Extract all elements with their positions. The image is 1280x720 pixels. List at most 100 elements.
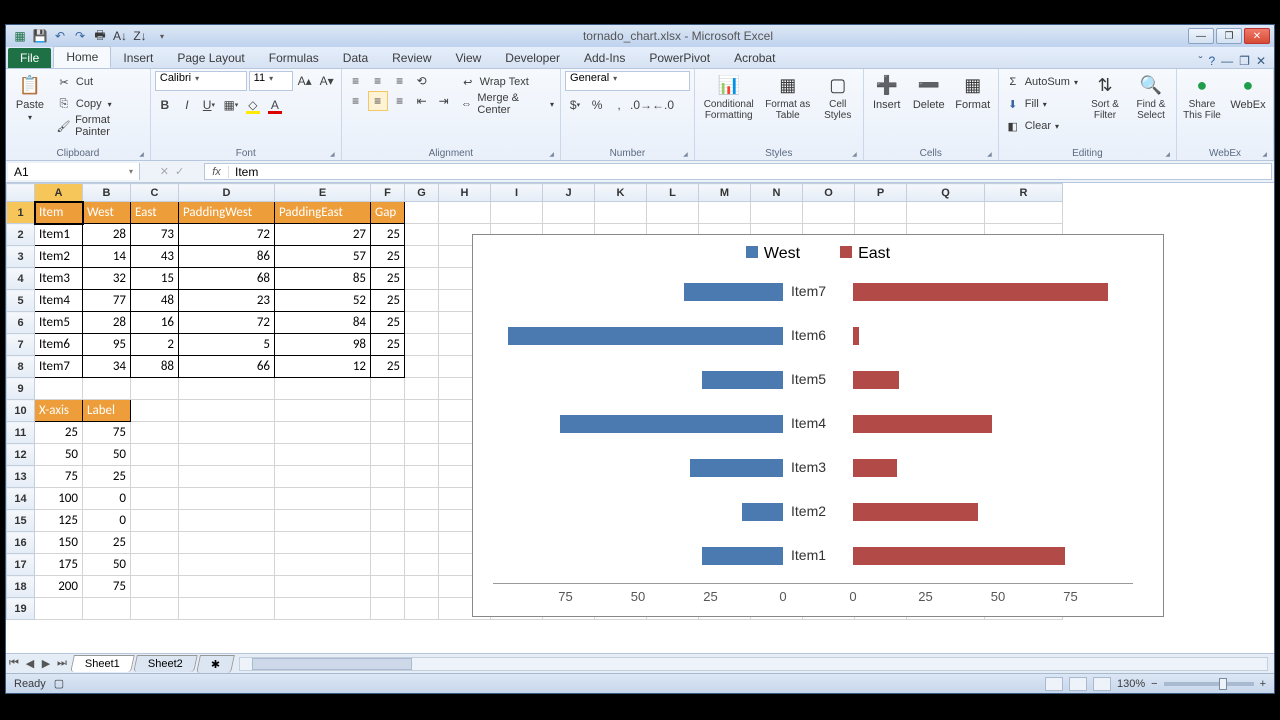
cell[interactable]	[907, 202, 985, 224]
cell[interactable]	[405, 224, 439, 246]
cell[interactable]	[275, 400, 371, 422]
cell[interactable]	[371, 598, 405, 620]
cell[interactable]	[405, 466, 439, 488]
cell[interactable]: 77	[83, 290, 131, 312]
restore-button[interactable]: ❐	[1216, 28, 1242, 44]
cell[interactable]	[405, 246, 439, 268]
cell[interactable]	[179, 444, 275, 466]
scroll-thumb[interactable]	[252, 658, 412, 670]
cell[interactable]: 25	[83, 532, 131, 554]
cut-button[interactable]: ✂Cut	[54, 71, 146, 93]
border-button[interactable]: ▦▾	[221, 95, 241, 115]
decrease-decimal-button[interactable]: ←.0	[653, 95, 673, 115]
cell[interactable]: 23	[179, 290, 275, 312]
merge-center-button[interactable]: ⇔Merge & Center▾	[458, 93, 556, 115]
cell[interactable]	[405, 400, 439, 422]
cell[interactable]: 98	[275, 334, 371, 356]
increase-indent-button[interactable]: ⇥	[434, 91, 454, 111]
row-header[interactable]: 7	[7, 334, 35, 356]
cell[interactable]: 0	[83, 510, 131, 532]
cell[interactable]: PaddingWest	[179, 202, 275, 224]
cell[interactable]: 34	[83, 356, 131, 378]
column-header[interactable]: E	[275, 184, 371, 202]
share-file-button[interactable]: ●Share This File	[1181, 71, 1223, 121]
tab-review[interactable]: Review	[380, 48, 443, 68]
zoom-slider[interactable]	[1164, 682, 1254, 686]
column-header[interactable]: R	[985, 184, 1063, 202]
cell[interactable]: 0	[83, 488, 131, 510]
cell[interactable]: Gap	[371, 202, 405, 224]
cell[interactable]: 28	[83, 224, 131, 246]
cell[interactable]: 68	[179, 268, 275, 290]
orientation-button[interactable]: ⟲	[412, 71, 432, 91]
align-middle-button[interactable]: ≡	[368, 71, 388, 91]
cell[interactable]	[131, 576, 179, 598]
tab-insert[interactable]: Insert	[111, 48, 165, 68]
currency-button[interactable]: $▾	[565, 95, 585, 115]
cell[interactable]: 150	[35, 532, 83, 554]
cell[interactable]	[179, 466, 275, 488]
zoom-out-button[interactable]: −	[1151, 678, 1157, 690]
cell[interactable]	[371, 378, 405, 400]
cell[interactable]	[179, 532, 275, 554]
cell[interactable]	[803, 202, 855, 224]
column-header[interactable]: L	[647, 184, 699, 202]
align-bottom-button[interactable]: ≡	[390, 71, 410, 91]
cell[interactable]: 25	[371, 290, 405, 312]
cell[interactable]: Item1	[35, 224, 83, 246]
cell[interactable]	[371, 444, 405, 466]
row-header[interactable]: 15	[7, 510, 35, 532]
cell[interactable]: 25	[371, 356, 405, 378]
cell[interactable]: 25	[35, 422, 83, 444]
sheet-tab-2[interactable]: Sheet2	[133, 655, 197, 672]
row-header[interactable]: 16	[7, 532, 35, 554]
wrap-text-button[interactable]: ↩Wrap Text	[458, 71, 556, 93]
column-header[interactable]: A	[35, 184, 83, 202]
sheet-nav-last[interactable]: ⏭	[54, 657, 70, 670]
tab-formulas[interactable]: Formulas	[257, 48, 331, 68]
delete-cells-button[interactable]: ➖Delete	[910, 71, 948, 111]
row-header[interactable]: 9	[7, 378, 35, 400]
sort-desc-icon[interactable]: Z↓	[132, 28, 148, 44]
cell[interactable]	[83, 378, 131, 400]
cell[interactable]	[275, 598, 371, 620]
cell[interactable]	[491, 202, 543, 224]
column-header[interactable]: G	[405, 184, 439, 202]
column-header[interactable]: O	[803, 184, 855, 202]
doc-min-icon[interactable]: —	[1221, 54, 1233, 68]
align-top-button[interactable]: ≡	[346, 71, 366, 91]
copy-button[interactable]: ⎘Copy▾	[54, 93, 146, 115]
column-header[interactable]: P	[855, 184, 907, 202]
cell[interactable]	[405, 532, 439, 554]
cell[interactable]	[371, 510, 405, 532]
cell[interactable]	[371, 466, 405, 488]
worksheet-grid[interactable]: ABCDEFGHIJKLMNOPQR1ItemWestEastPaddingWe…	[6, 183, 1274, 653]
cell[interactable]	[405, 378, 439, 400]
select-all-button[interactable]	[7, 184, 35, 202]
format-as-table-button[interactable]: ▦Format as Table	[763, 71, 813, 121]
cell[interactable]: Item	[35, 202, 83, 224]
tab-data[interactable]: Data	[331, 48, 380, 68]
cell[interactable]: 27	[275, 224, 371, 246]
row-header[interactable]: 17	[7, 554, 35, 576]
increase-decimal-button[interactable]: .0→	[631, 95, 651, 115]
cell[interactable]: 72	[179, 224, 275, 246]
cell[interactable]	[179, 488, 275, 510]
cell[interactable]	[35, 598, 83, 620]
cell[interactable]	[405, 422, 439, 444]
italic-button[interactable]: I	[177, 95, 197, 115]
cell[interactable]: 66	[179, 356, 275, 378]
row-header[interactable]: 1	[7, 202, 35, 224]
cell[interactable]	[275, 532, 371, 554]
tornado-chart[interactable]: West East Item7Item6Item5Item4Item3Item2…	[472, 234, 1164, 617]
cell[interactable]	[405, 356, 439, 378]
cell[interactable]: 52	[275, 290, 371, 312]
cell[interactable]: 28	[83, 312, 131, 334]
macro-record-icon[interactable]: ▢	[54, 677, 64, 690]
underline-button[interactable]: U▾	[199, 95, 219, 115]
cell[interactable]	[131, 598, 179, 620]
cell[interactable]	[371, 488, 405, 510]
cell[interactable]: 25	[371, 246, 405, 268]
shrink-font-button[interactable]: A▾	[317, 71, 337, 91]
view-normal-button[interactable]	[1045, 677, 1063, 691]
